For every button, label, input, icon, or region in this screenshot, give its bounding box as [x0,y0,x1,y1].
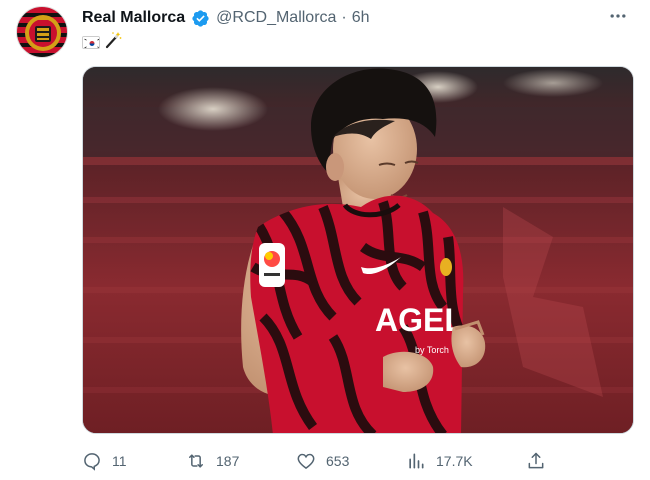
handle[interactable]: @RCD_Mallorca [216,9,336,27]
timestamp[interactable]: 6h [352,9,370,27]
retweet-icon [189,454,203,468]
share-button[interactable] [526,448,546,474]
reply-button[interactable]: 11 [82,448,127,474]
views-button[interactable]: 17.7K [406,448,473,474]
like-count: 653 [326,453,350,469]
tweet-header: Real Mallorca @RCD_Mallorca · 6h [82,7,370,29]
magic-wand-icon [104,31,122,54]
retweet-button[interactable]: 187 [186,448,239,474]
sponsor-sub-text: by Torch [415,345,449,355]
views-icon [409,453,424,469]
retweet-count: 187 [216,453,240,469]
share-icon [528,452,544,469]
club-crest-icon [25,15,61,51]
more-icon[interactable] [604,4,632,28]
player-photo: AGEL by Torch [83,67,633,433]
display-name[interactable]: Real Mallorca [82,9,185,27]
reply-count: 11 [112,453,127,469]
reply-icon [84,453,100,471]
verified-icon [191,9,210,28]
separator-dot: · [341,9,347,26]
tweet-card[interactable]: Real Mallorca @RCD_Mallorca · 6h AGEL by… [0,0,650,480]
tweet-photo[interactable]: AGEL by Torch [82,66,634,434]
tweet-body [82,31,122,54]
korea-flag-icon [82,35,100,49]
tweet-actions: 11 187 653 17.7K [82,448,562,474]
like-button[interactable]: 653 [296,448,349,474]
views-count: 17.7K [436,453,473,469]
shirt-sponsor-text: AGEL [375,302,464,338]
like-icon [297,453,315,470]
avatar[interactable] [16,6,68,58]
